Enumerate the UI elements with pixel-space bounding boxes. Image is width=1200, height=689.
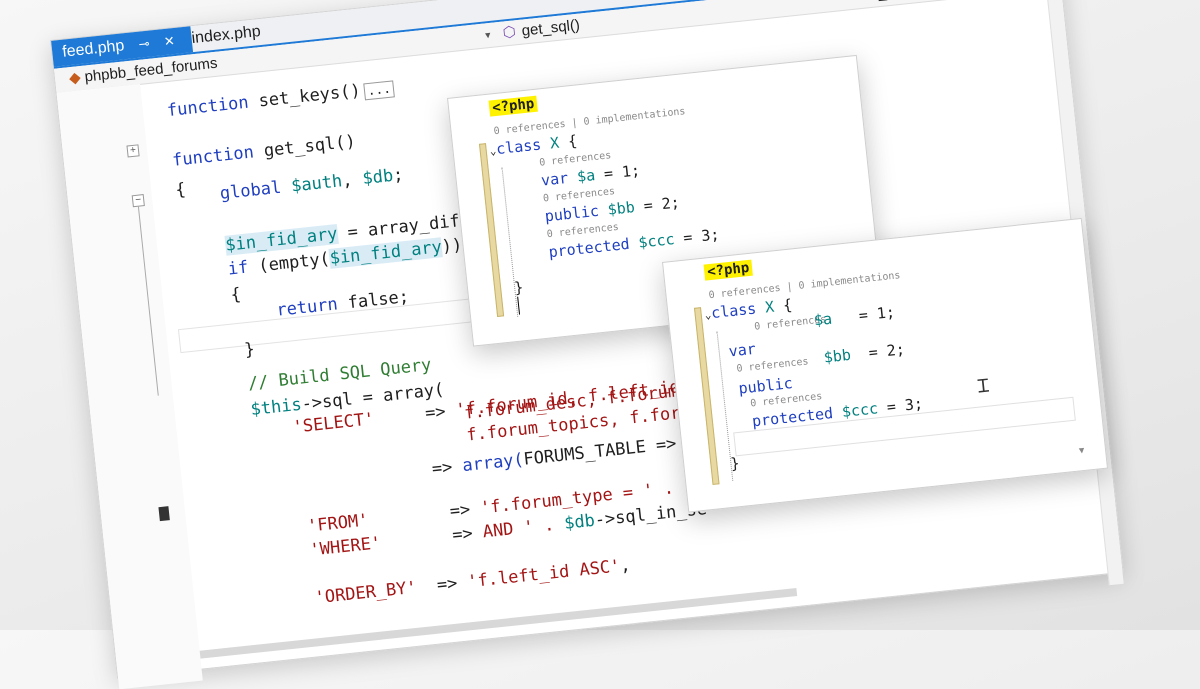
keyword: global xyxy=(218,177,283,205)
variable: $a xyxy=(813,309,833,330)
class-name: X xyxy=(540,133,561,154)
string: 'f.left_id ASC' xyxy=(466,556,622,593)
codelens-references[interactable]: 0 references xyxy=(736,356,809,374)
code-text: = 1; xyxy=(830,302,896,328)
collapse-icon[interactable]: − xyxy=(131,194,145,208)
variable: $db xyxy=(361,165,395,190)
code-text: => xyxy=(430,456,464,480)
code-text: )) xyxy=(440,235,464,258)
keyword: public xyxy=(543,201,600,226)
php-open-tag: <?php xyxy=(703,259,754,281)
keyword: var xyxy=(540,168,570,190)
code-line[interactable]: } xyxy=(730,454,741,473)
code-line[interactable]: function set_keys()... xyxy=(166,77,395,121)
code-line[interactable]: } xyxy=(513,278,524,297)
code-text: { xyxy=(558,131,579,152)
scroll-down-arrow-icon[interactable]: ▼ xyxy=(1079,446,1085,457)
string: AND ' . xyxy=(481,513,566,543)
tab-label: feed.php xyxy=(61,37,126,61)
string: 'FROM' xyxy=(306,510,370,537)
string: 'WHERE' xyxy=(308,533,383,561)
member-dropdown-label: get_sql() xyxy=(520,16,581,40)
code-line[interactable]: var xyxy=(728,340,757,361)
code-text: { xyxy=(229,284,242,306)
code-text: ; xyxy=(392,164,405,186)
code-text: = 2; xyxy=(849,340,906,364)
class-name: X xyxy=(755,297,776,318)
pin-icon[interactable]: ⊸ xyxy=(138,36,150,52)
keyword: class xyxy=(495,135,543,159)
code-text: , xyxy=(341,169,364,192)
bookmark-icon[interactable] xyxy=(158,506,170,522)
code-text: = 2; xyxy=(633,193,681,216)
code-text: set_keys() xyxy=(247,80,362,113)
code-line[interactable]: global $auth, $db; xyxy=(219,165,404,204)
code-text: } xyxy=(243,339,256,361)
variable: $ccc xyxy=(628,230,676,253)
code-text: get_sql() xyxy=(252,131,357,163)
method-icon: ⬡ xyxy=(501,23,517,42)
variable: $this xyxy=(249,394,303,420)
code-text: = 3; xyxy=(673,225,721,248)
expand-icon[interactable]: + xyxy=(126,144,140,158)
variable: $a xyxy=(567,165,596,187)
variable: $auth xyxy=(280,171,344,198)
code-line[interactable]: 'ORDER_BY' => 'f.left_id ASC', xyxy=(314,555,632,608)
change-margin xyxy=(478,143,505,317)
keyword: array( xyxy=(461,449,525,477)
keyword: function xyxy=(166,92,250,122)
class-icon: ◆ xyxy=(68,69,82,88)
keyword: if xyxy=(226,257,250,280)
i-beam-cursor-icon: Ꮖ xyxy=(976,375,991,398)
keyword: var xyxy=(727,339,757,361)
variable: $bb xyxy=(597,198,636,220)
code-line[interactable]: { xyxy=(230,284,242,305)
code-text: } xyxy=(513,278,525,297)
tab-label: index.php xyxy=(190,22,262,48)
horizontal-scrollbar[interactable] xyxy=(199,587,798,659)
code-line[interactable]: $bb = 2; xyxy=(823,340,906,366)
code-text: { xyxy=(773,295,794,316)
code-text: } xyxy=(729,454,741,473)
code-text: FORUMS_TABLE => xyxy=(522,432,688,470)
code-text: , xyxy=(619,555,632,577)
variable: $db xyxy=(563,510,596,534)
code-text: = 1; xyxy=(594,161,641,184)
string: 'ORDER_BY' xyxy=(313,577,418,609)
close-icon[interactable]: ✕ xyxy=(163,33,175,49)
member-partial-label: et_exclude xyxy=(865,0,940,7)
editor-gutter xyxy=(56,83,203,689)
code-line[interactable]: { xyxy=(174,180,186,201)
keyword: function xyxy=(171,142,255,171)
code-line[interactable]: $a = 1; xyxy=(813,303,896,329)
php-open-tag: <?php xyxy=(488,95,539,117)
code-preview-popup: <?php 0 references | 0 implementations ⌄… xyxy=(662,217,1109,513)
code-line[interactable]: } xyxy=(243,339,255,360)
code-text: (empty( xyxy=(247,249,331,278)
collapsed-region-button[interactable]: ... xyxy=(363,80,395,101)
code-line[interactable]: function get_sql() xyxy=(171,132,356,171)
variable: $bb xyxy=(822,345,852,367)
code-text: { xyxy=(174,179,187,201)
code-text: => xyxy=(415,572,469,598)
chevron-down-icon[interactable]: ▼ xyxy=(482,23,494,48)
keyword: class xyxy=(710,299,758,323)
change-margin xyxy=(693,307,720,485)
